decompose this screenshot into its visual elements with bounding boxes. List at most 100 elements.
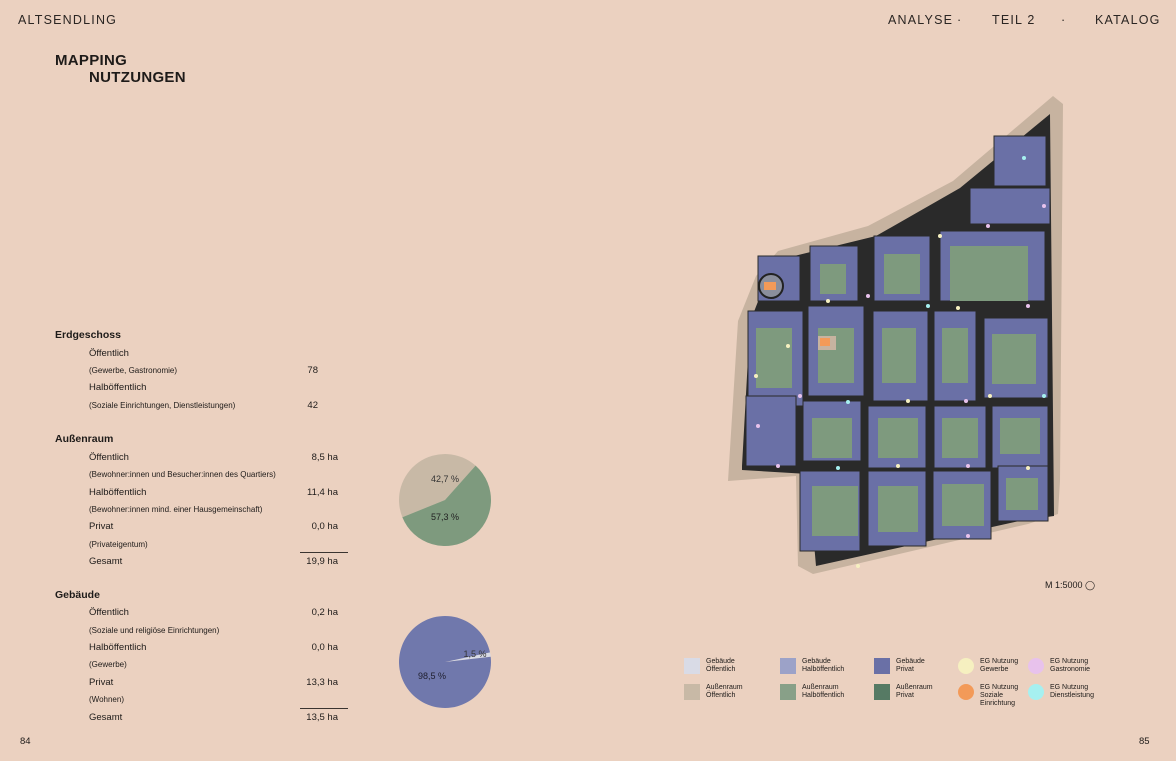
pie-slice <box>398 615 491 708</box>
ground-floor-use-marker <box>1042 204 1046 208</box>
courtyard <box>882 328 916 383</box>
ground-floor-use-marker <box>964 399 968 403</box>
legend-square-swatch <box>684 684 700 700</box>
pie-label: 1,5 % <box>463 649 486 659</box>
ground-floor-use-marker <box>786 344 790 348</box>
row-value: 0,0 ha <box>311 642 338 653</box>
row-label: Öffentlich <box>89 607 129 618</box>
legend-label: Außenraum Halböffentlich <box>802 684 845 699</box>
row-value: 8,5 ha <box>311 452 338 463</box>
row-value: 0,2 ha <box>311 607 338 618</box>
legend-dot-swatch <box>958 658 974 674</box>
legend-label: Gebäude Öffentlich <box>706 658 736 673</box>
section-heading-erdgeschoss: Erdgeschoss <box>55 329 121 341</box>
gebaeude-pie-chart: 1,5 % 98,5 % <box>398 615 491 708</box>
ground-floor-use-marker <box>938 234 942 238</box>
ground-floor-use-marker <box>836 466 840 470</box>
ground-floor-use-marker <box>756 424 760 428</box>
nav-separator: · <box>957 13 963 27</box>
courtyard <box>878 486 918 532</box>
row-sublabel: (Bewohner:innen mind. einer Hausgemeinsc… <box>89 505 263 514</box>
page-number-left: 84 <box>20 736 31 747</box>
row-value: 11,4 ha <box>307 487 338 498</box>
legend-square-swatch <box>874 684 890 700</box>
legend-square-swatch <box>684 658 700 674</box>
row-sublabel: (Gewerbe) <box>89 660 127 669</box>
legend-label: Außenraum Öffentlich <box>706 684 743 699</box>
courtyard <box>884 254 920 294</box>
aussenraum-pie-chart: 42,7 % 57,3 % <box>399 454 491 546</box>
neighborhood-map <box>728 96 1063 574</box>
legend-square-swatch <box>874 658 890 674</box>
courtyard <box>942 328 968 383</box>
row-value: 78 <box>307 365 318 376</box>
ground-floor-use-marker <box>986 224 990 228</box>
legend-label: EG Nutzung Gastronomie <box>1050 658 1091 673</box>
courtyard <box>992 334 1036 384</box>
pie-label: 42,7 % <box>431 474 459 484</box>
legend-square-swatch <box>780 658 796 674</box>
row-label: Privat <box>89 677 114 688</box>
row-total-label: Gesamt <box>89 712 123 723</box>
publication-title: ALTSENDLING <box>18 13 118 27</box>
church-building <box>764 282 776 290</box>
building-block <box>993 135 1047 187</box>
row-total-value: 19,9 ha <box>306 556 338 567</box>
pie-label: 57,3 % <box>431 512 459 522</box>
row-sublabel: (Soziale Einrichtungen, Dienstleistungen… <box>89 401 236 410</box>
total-rule <box>300 708 348 709</box>
row-label: Öffentlich <box>89 452 129 463</box>
nav-separator: · <box>1061 13 1067 27</box>
pie-label: 98,5 % <box>418 671 446 681</box>
courtyard <box>756 328 792 388</box>
row-value: 13,3 ha <box>306 677 338 688</box>
nav-katalog: KATALOG <box>1095 13 1161 27</box>
section-heading-gebaeude: Gebäude <box>55 589 100 601</box>
map-scale-text: M 1:5000 <box>1045 580 1083 590</box>
ground-floor-use-marker <box>798 394 802 398</box>
row-label: Halböffentlich <box>89 487 147 498</box>
nav-analyse: ANALYSE <box>888 13 954 27</box>
row-label: Halböffentlich <box>89 642 147 653</box>
row-sublabel: (Bewohner:innen und Besucher:innen des Q… <box>89 470 276 479</box>
ground-floor-use-marker <box>906 399 910 403</box>
map-scale: M 1:5000 ◯ <box>1045 580 1095 591</box>
nav-teil-2: TEIL 2 <box>992 13 1036 27</box>
ground-floor-use-marker <box>966 464 970 468</box>
legend-dot-swatch <box>1028 684 1044 700</box>
row-label: Privat <box>89 521 114 532</box>
legend: Gebäude Öffentlich Gebäude Halböffentlich Ge… <box>684 658 1124 718</box>
ground-floor-use-marker <box>1026 466 1030 470</box>
ground-floor-use-marker <box>1042 394 1046 398</box>
legend-label: Außenraum Privat <box>896 684 933 699</box>
page-title-line1: MAPPING <box>55 52 128 69</box>
social-facility <box>820 338 830 346</box>
courtyard <box>820 264 846 294</box>
courtyard <box>950 246 1028 301</box>
courtyard <box>1006 478 1038 510</box>
ground-floor-use-marker <box>988 394 992 398</box>
row-sublabel: (Soziale und religiöse Einrichtungen) <box>89 626 220 635</box>
ground-floor-use-marker <box>856 564 860 568</box>
courtyard <box>812 418 852 458</box>
ground-floor-use-marker <box>826 299 830 303</box>
building-block <box>969 187 1051 225</box>
ground-floor-use-marker <box>866 294 870 298</box>
legend-dot-swatch <box>1028 658 1044 674</box>
total-rule <box>300 552 348 553</box>
legend-label: Gebäude Halböffentlich <box>802 658 845 673</box>
section-heading-aussenraum: Außenraum <box>55 433 114 445</box>
courtyard <box>942 484 984 526</box>
row-sublabel: (Gewerbe, Gastronomie) <box>89 366 178 375</box>
ground-floor-use-marker <box>1022 156 1026 160</box>
legend-dot-swatch <box>958 684 974 700</box>
building-block <box>745 395 797 467</box>
ground-floor-use-marker <box>846 400 850 404</box>
courtyard <box>942 418 978 458</box>
north-arrow-icon: ◯ <box>1085 580 1096 590</box>
page-number-right: 85 <box>1139 736 1150 747</box>
ground-floor-use-marker <box>754 374 758 378</box>
row-total-label: Gesamt <box>89 556 123 567</box>
legend-square-swatch <box>780 684 796 700</box>
legend-label: Gebäude Privat <box>896 658 925 673</box>
